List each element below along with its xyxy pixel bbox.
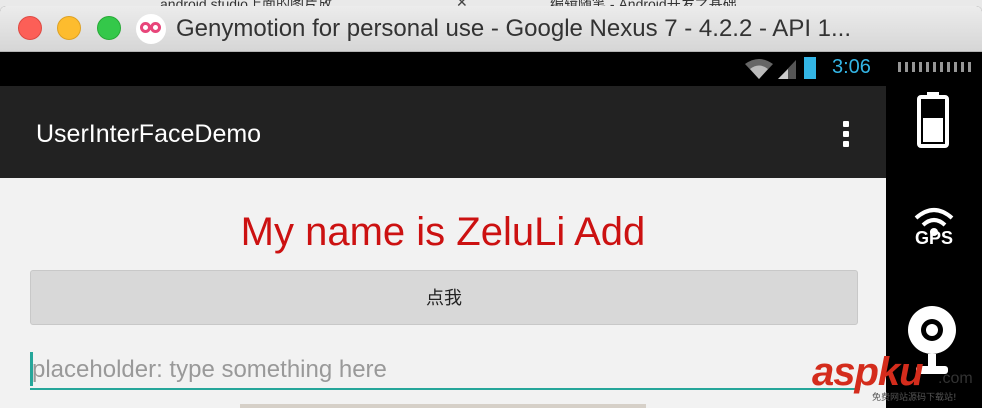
android-status-bar: 3:06 (0, 52, 886, 84)
name-text: My name is ZeluLi Add (240, 210, 646, 254)
cell-signal-icon (778, 60, 796, 79)
click-me-button[interactable]: 点我 (30, 270, 858, 325)
title-bar: Genymotion for personal use - Google Nex… (0, 6, 982, 52)
wifi-icon (745, 59, 773, 79)
battery-icon[interactable] (917, 92, 949, 148)
input-underline (30, 388, 860, 390)
app-content: My name is ZeluLi Add 点我 placeholder: ty… (0, 178, 886, 408)
watermark-subtitle: 免费网站源码下载站! (872, 393, 957, 403)
input-placeholder: placeholder: type something here (32, 356, 387, 383)
close-window-button[interactable] (18, 16, 42, 40)
zoom-window-button[interactable] (97, 16, 121, 40)
image-view (240, 404, 646, 408)
overflow-menu-icon[interactable] (841, 121, 851, 147)
minimize-window-button[interactable] (57, 16, 81, 40)
text-input[interactable]: placeholder: type something here (30, 350, 860, 390)
action-bar: UserInterFaceDemo (0, 86, 886, 178)
watermark-logo: aspku .com 免费网站源码下载站! (812, 350, 982, 408)
window-title: Genymotion for personal use - Google Nex… (176, 15, 852, 42)
gps-label: GPS (914, 228, 953, 248)
drag-grip-icon[interactable] (898, 62, 972, 72)
watermark-text: aspku (812, 350, 924, 394)
genymotion-logo-icon (136, 14, 166, 44)
battery-status-icon (804, 57, 816, 79)
watermark-suffix: .com (938, 370, 973, 387)
status-time: 3:06 (832, 56, 871, 78)
app-title: UserInterFaceDemo (36, 120, 262, 148)
emulator-window: Genymotion for personal use - Google Nex… (0, 6, 982, 408)
